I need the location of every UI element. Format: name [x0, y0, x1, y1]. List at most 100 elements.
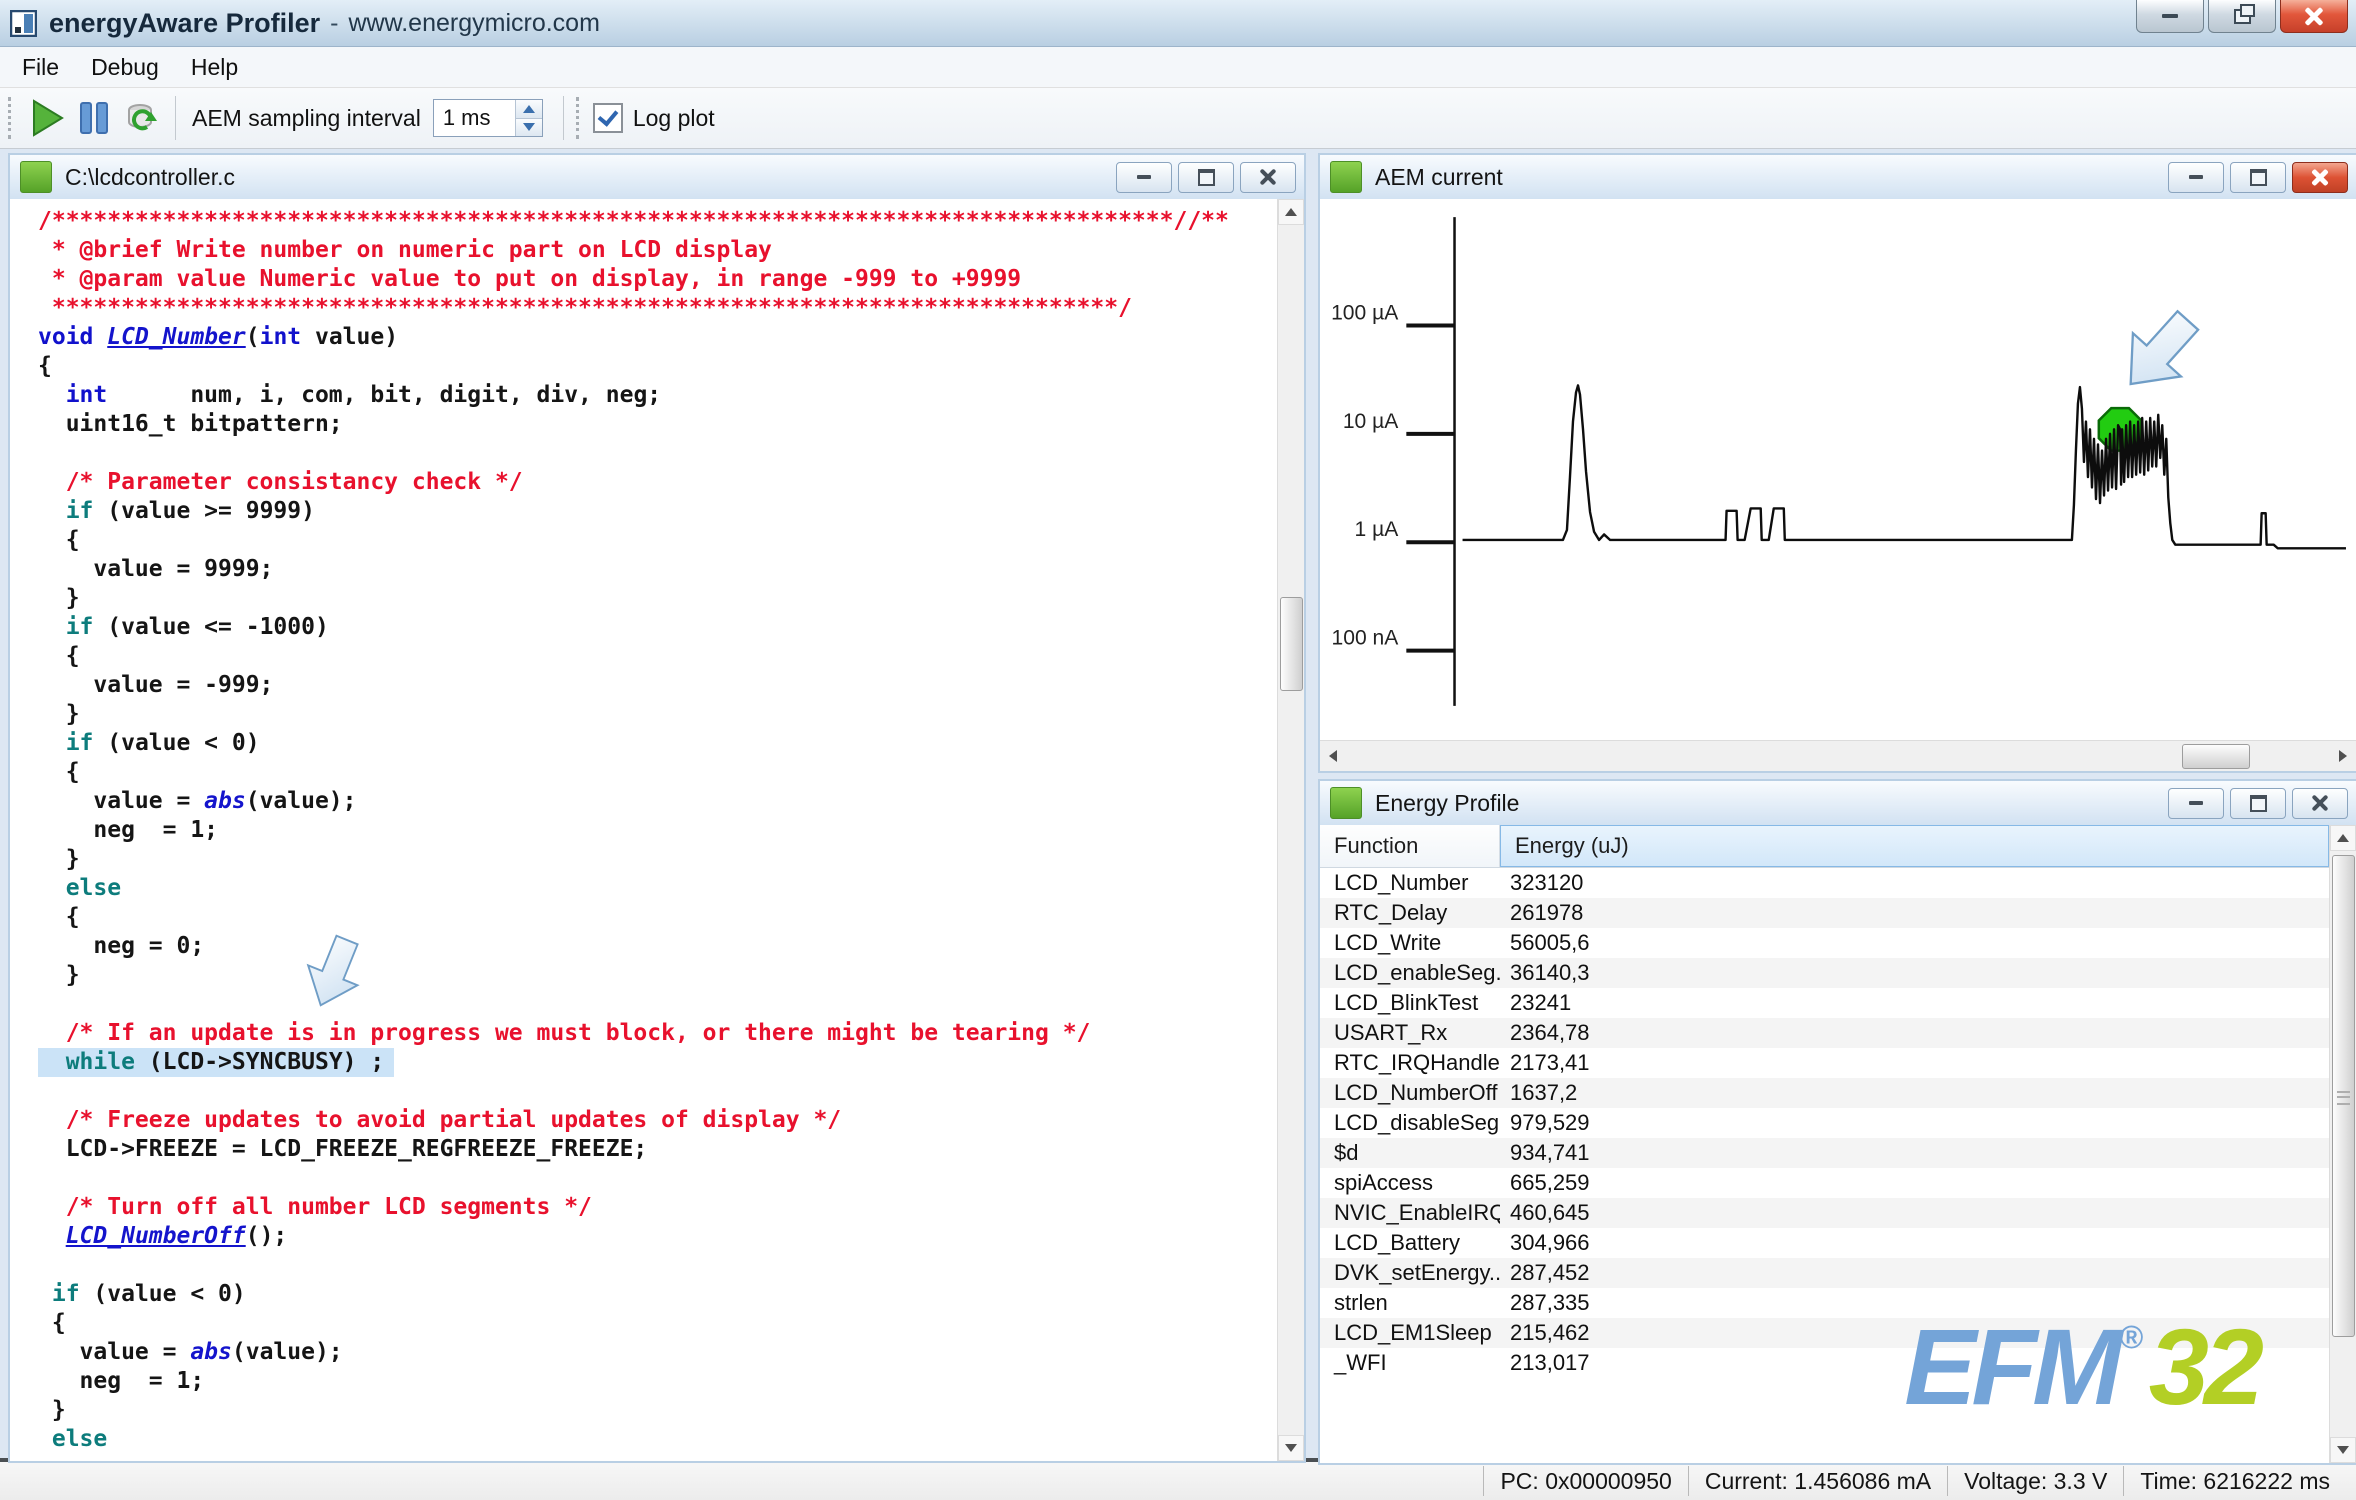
energy-minimize-button[interactable]	[2168, 788, 2224, 819]
code-line[interactable]: {	[38, 526, 80, 555]
log-plot-checkbox[interactable]	[593, 103, 623, 133]
editor-titlebar[interactable]: C:\lcdcontroller.c	[10, 155, 1304, 200]
menu-item-help[interactable]: Help	[175, 51, 254, 84]
energy-titlebar[interactable]: Energy Profile	[1320, 781, 2356, 826]
hscroll-thumb[interactable]	[2182, 744, 2250, 769]
code-line[interactable]: {	[38, 642, 80, 671]
table-row[interactable]: DVK_setEnergy...287,452	[1320, 1258, 2329, 1288]
code-line[interactable]: if (value <= -1000)	[38, 613, 329, 642]
scroll-down-button[interactable]	[1278, 1435, 1304, 1461]
aem-chart[interactable]: 100 µA10 µA1 µA100 nA	[1320, 199, 2356, 741]
play-button[interactable]	[25, 95, 71, 141]
menu-item-file[interactable]: File	[6, 51, 75, 84]
code-line[interactable]: else	[38, 874, 121, 903]
code-line[interactable]: uint16_t bitpattern;	[38, 410, 343, 439]
code-line[interactable]: int num, i, com, bit, digit, div, neg;	[38, 381, 661, 410]
spin-down-button[interactable]	[516, 118, 542, 137]
aem-close-button[interactable]	[2292, 162, 2348, 193]
table-row[interactable]: LCD_enableSeg...36140,3	[1320, 958, 2329, 988]
scroll-up-button[interactable]	[1278, 199, 1304, 225]
aem-minimize-button[interactable]	[2168, 162, 2224, 193]
code-line[interactable]: }	[38, 1396, 66, 1425]
code-line[interactable]: value = abs(value);	[38, 787, 357, 816]
energy-maximize-button[interactable]	[2230, 788, 2286, 819]
code-line[interactable]	[38, 439, 52, 468]
aem-hscrollbar[interactable]	[1320, 740, 2356, 771]
pause-button[interactable]	[71, 95, 117, 141]
code-line[interactable]: if (value < 0)	[38, 1280, 246, 1309]
code-line[interactable]: void LCD_Number(int value)	[38, 323, 398, 352]
code-line[interactable]: value = 9999;	[38, 555, 273, 584]
app-titlebar[interactable]: energyAware Profiler - www.energymicro.c…	[0, 0, 2356, 47]
minimize-button[interactable]	[2136, 0, 2204, 33]
code-line[interactable]: else	[38, 1425, 107, 1454]
code-line[interactable]: {	[38, 758, 80, 787]
code-line[interactable]: neg = 1;	[38, 1367, 204, 1396]
table-row[interactable]: LCD_Write56005,6	[1320, 928, 2329, 958]
code-line[interactable]: ****************************************…	[38, 294, 1132, 323]
aem-maximize-button[interactable]	[2230, 162, 2286, 193]
code-line[interactable]	[38, 1164, 52, 1193]
code-line[interactable]: if (value < 0)	[38, 729, 260, 758]
editor-scrollbar[interactable]	[1277, 199, 1304, 1461]
energy-scrollbar[interactable]	[2329, 825, 2356, 1463]
column-header-function[interactable]: Function	[1320, 825, 1500, 867]
code-line[interactable]: {	[38, 1309, 66, 1338]
code-line[interactable]	[38, 990, 52, 1019]
code-line[interactable]: {	[38, 903, 80, 932]
table-row[interactable]: $d934,741	[1320, 1138, 2329, 1168]
code-line[interactable]: /* Freeze updates to avoid partial updat…	[38, 1106, 841, 1135]
code-line[interactable]: * @param value Numeric value to put on d…	[38, 265, 1021, 294]
editor-maximize-button[interactable]	[1178, 162, 1234, 193]
table-row[interactable]: LCD_NumberOff1637,2	[1320, 1078, 2329, 1108]
code-line[interactable]: if (value >= 9999)	[38, 497, 315, 526]
code-line[interactable]: LCD_NumberOff();	[38, 1222, 287, 1251]
scroll-left-button[interactable]	[1320, 743, 1346, 769]
code-line[interactable]: value = -999;	[38, 671, 273, 700]
code-line[interactable]: value = abs(value);	[38, 1338, 343, 1367]
code-line[interactable]	[38, 1251, 52, 1280]
scroll-thumb[interactable]	[1280, 597, 1303, 691]
table-row[interactable]: LCD_BlinkTest23241	[1320, 988, 2329, 1018]
table-row[interactable]: LCD_Battery304,966	[1320, 1228, 2329, 1258]
sampling-interval-input[interactable]	[434, 100, 515, 136]
code-line[interactable]: * @brief Write number on numeric part on…	[38, 236, 772, 265]
restart-button[interactable]	[117, 95, 163, 141]
table-row[interactable]: LCD_disableSeg...979,529	[1320, 1108, 2329, 1138]
code-line[interactable]: /* Parameter consistancy check */	[38, 468, 523, 497]
table-row[interactable]: LCD_Number323120	[1320, 868, 2329, 898]
spin-up-button[interactable]	[516, 100, 542, 118]
aem-titlebar[interactable]: AEM current	[1320, 155, 2356, 200]
table-row[interactable]: USART_Rx2364,78	[1320, 1018, 2329, 1048]
code-line[interactable]: }	[38, 845, 80, 874]
code-area[interactable]: /***************************************…	[10, 199, 1277, 1461]
code-line[interactable]: }	[38, 961, 80, 990]
editor-minimize-button[interactable]	[1116, 162, 1172, 193]
energy-close-button[interactable]	[2292, 788, 2348, 819]
table-row[interactable]: spiAccess665,259	[1320, 1168, 2329, 1198]
code-line[interactable]: }	[38, 584, 80, 613]
scroll-right-button[interactable]	[2330, 743, 2356, 769]
scroll-up-button[interactable]	[2330, 825, 2356, 851]
code-line[interactable]: LCD->FREEZE = LCD_FREEZE_REGFREEZE_FREEZ…	[38, 1135, 647, 1164]
column-header-energy[interactable]: Energy (uJ)	[1500, 825, 2329, 867]
code-line[interactable]	[38, 1077, 52, 1106]
energy-value-cell: 287,335	[1500, 1290, 1590, 1316]
code-line[interactable]: neg = 0;	[38, 932, 204, 961]
editor-close-button[interactable]	[1240, 162, 1296, 193]
scroll-down-button[interactable]	[2330, 1437, 2356, 1463]
code-line[interactable]: /***************************************…	[38, 207, 1229, 236]
code-line[interactable]: }	[38, 700, 80, 729]
code-line[interactable]: /* If an update is in progress we must b…	[38, 1019, 1090, 1048]
table-row[interactable]: NVIC_EnableIRQ460,645	[1320, 1198, 2329, 1228]
code-line-highlighted[interactable]: while (LCD->SYNCBUSY) ;	[38, 1048, 394, 1077]
code-line[interactable]: {	[38, 352, 52, 381]
scroll-thumb[interactable]	[2332, 855, 2355, 1337]
table-row[interactable]: RTC_IRQHandler2173,41	[1320, 1048, 2329, 1078]
restore-button[interactable]	[2208, 0, 2276, 33]
close-button[interactable]	[2280, 0, 2348, 33]
table-row[interactable]: RTC_Delay261978	[1320, 898, 2329, 928]
menu-item-debug[interactable]: Debug	[75, 51, 175, 84]
code-line[interactable]: /* Turn off all number LCD segments */	[38, 1193, 592, 1222]
code-line[interactable]: neg = 1;	[38, 816, 218, 845]
